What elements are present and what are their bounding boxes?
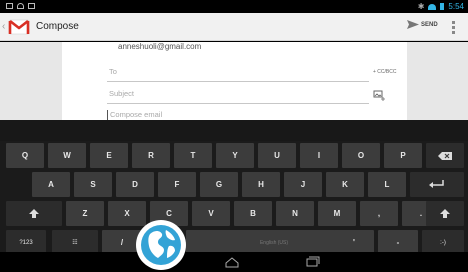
notification-icon bbox=[6, 3, 13, 9]
key-w[interactable]: W bbox=[48, 143, 86, 168]
key-j[interactable]: J bbox=[284, 172, 322, 197]
send-icon bbox=[407, 20, 419, 29]
send-button[interactable]: SEND bbox=[407, 20, 438, 29]
page-title: Compose bbox=[36, 21, 79, 32]
wifi-icon bbox=[428, 3, 437, 10]
key-q[interactable]: Q bbox=[6, 143, 44, 168]
backspace-key[interactable] bbox=[426, 143, 464, 168]
attach-picture-icon[interactable] bbox=[373, 89, 385, 101]
cc-bcc-button[interactable]: + CC/BCC bbox=[373, 69, 396, 75]
battery-icon bbox=[440, 3, 445, 10]
key-f[interactable]: F bbox=[158, 172, 196, 197]
globe-icon[interactable] bbox=[136, 220, 186, 270]
body-field[interactable]: Compose email bbox=[107, 110, 162, 120]
recent-apps-icon[interactable] bbox=[304, 256, 320, 268]
backspace-icon bbox=[438, 151, 452, 160]
key-a[interactable]: A bbox=[32, 172, 70, 197]
key-e[interactable]: E bbox=[90, 143, 128, 168]
status-bar: ✱ 5:54 bbox=[0, 0, 468, 13]
key-p[interactable]: P bbox=[384, 143, 422, 168]
notification-icon bbox=[17, 3, 24, 9]
key-t[interactable]: T bbox=[174, 143, 212, 168]
key-v[interactable]: V bbox=[192, 201, 230, 226]
navigation-bar bbox=[0, 252, 468, 272]
enter-icon bbox=[429, 180, 444, 188]
shift-icon bbox=[440, 209, 450, 218]
key-h[interactable]: H bbox=[242, 172, 280, 197]
gmail-logo[interactable] bbox=[8, 19, 30, 35]
key-s[interactable]: S bbox=[74, 172, 112, 197]
screenshot-icon bbox=[28, 3, 35, 9]
from-account[interactable]: anneshuoli@gmail.com bbox=[118, 42, 201, 51]
key-b[interactable]: B bbox=[234, 201, 272, 226]
key-z[interactable]: Z bbox=[66, 201, 104, 226]
key-m[interactable]: M bbox=[318, 201, 356, 226]
up-caret-icon[interactable]: ‹ bbox=[2, 21, 5, 32]
clock: 5:54 bbox=[448, 2, 464, 11]
shift-key-left[interactable] bbox=[6, 201, 62, 226]
key-k[interactable]: K bbox=[326, 172, 364, 197]
shift-key-right[interactable] bbox=[426, 201, 464, 226]
key-r[interactable]: R bbox=[132, 143, 170, 168]
overflow-menu-icon[interactable] bbox=[452, 21, 456, 34]
key-g[interactable]: G bbox=[200, 172, 238, 197]
home-icon[interactable] bbox=[224, 256, 240, 268]
subject-field[interactable]: Subject bbox=[107, 88, 369, 104]
key-x[interactable]: X bbox=[108, 201, 146, 226]
key-d[interactable]: D bbox=[116, 172, 154, 197]
shift-icon bbox=[29, 209, 39, 218]
key-n[interactable]: N bbox=[276, 201, 314, 226]
key-y[interactable]: Y bbox=[216, 143, 254, 168]
key-i[interactable]: I bbox=[300, 143, 338, 168]
send-label: SEND bbox=[421, 21, 438, 28]
suggestion-strip bbox=[0, 120, 468, 141]
key-u[interactable]: U bbox=[258, 143, 296, 168]
to-field[interactable]: To bbox=[107, 66, 369, 82]
action-bar: ‹ Compose SEND bbox=[0, 13, 468, 41]
enter-key[interactable] bbox=[410, 172, 464, 197]
key-o[interactable]: O bbox=[342, 143, 380, 168]
bluetooth-icon: ✱ bbox=[417, 2, 425, 11]
key-comma[interactable]: , bbox=[360, 201, 398, 226]
key-l[interactable]: L bbox=[368, 172, 406, 197]
